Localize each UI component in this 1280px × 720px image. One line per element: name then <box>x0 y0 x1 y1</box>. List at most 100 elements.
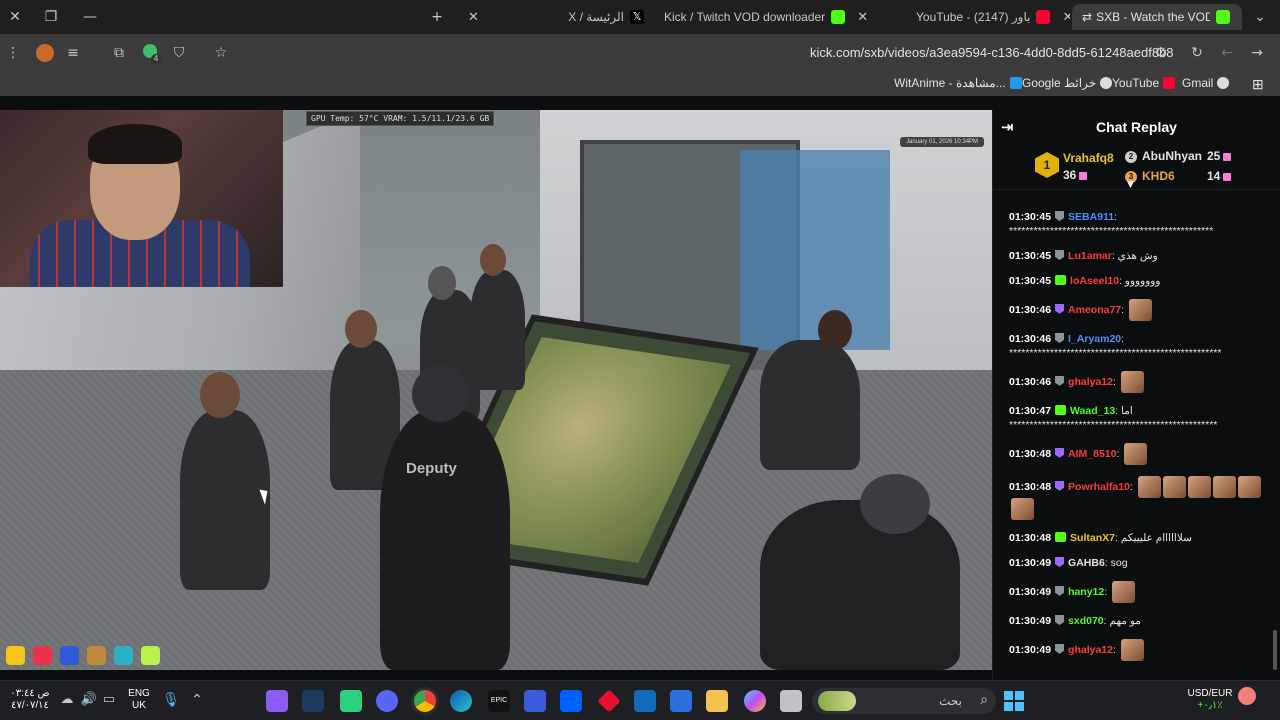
character-head <box>345 310 377 348</box>
bookmark-google-maps[interactable]: Google خرائط <box>1022 76 1113 90</box>
extension-green-icon[interactable]: 4 <box>141 44 161 64</box>
close-tab-icon[interactable]: ✕ <box>468 10 479 25</box>
currency-widget[interactable]: USD/EUR +٠٫١٪ <box>1182 688 1238 712</box>
emote-icon <box>1137 476 1161 498</box>
all-bookmarks-icon[interactable]: ⊞ <box>1252 76 1264 93</box>
bookmark-star-icon[interactable]: ☆ <box>212 44 230 62</box>
tab-kick-downloader[interactable]: Kick / Twitch VOD downloader ✕ <box>658 4 868 30</box>
shield-icon[interactable]: ⛉ <box>170 44 188 62</box>
chat-message: 01:30:45 loAseel10: ووووووو <box>1009 274 1271 288</box>
tab-x-home[interactable]: ✕ الرئيسة / X 𝕏 <box>456 4 656 30</box>
character <box>180 410 270 590</box>
chat-username[interactable]: hany12 <box>1068 586 1104 598</box>
forward-arrow-icon[interactable]: → <box>1248 44 1266 62</box>
copilot-icon[interactable] <box>744 690 766 712</box>
app-icon[interactable] <box>524 690 546 712</box>
gift-icon <box>1223 152 1232 161</box>
video-app-icon[interactable] <box>266 690 288 712</box>
system-clock[interactable]: ص ٠٣:٤٤ ٤٧/٠٧/١٤ <box>8 688 52 712</box>
overlay-app-icon[interactable] <box>114 646 133 665</box>
bookmark-witanime[interactable]: WitAnime - مشاهدة... <box>894 76 1022 90</box>
chat-username[interactable]: Waad_13 <box>1070 405 1115 417</box>
restore-window-icon[interactable]: ❐ <box>42 8 60 26</box>
address-bar[interactable]: kick.com/sxb/videos/a3ea9594-c136-4dd0-8… <box>810 45 1174 60</box>
back-arrow-icon[interactable]: ← <box>1218 44 1236 62</box>
network-icon[interactable]: ▭ <box>100 691 118 709</box>
microphone-icon[interactable]: 🎙 <box>162 691 180 709</box>
tab-search-chevron-icon[interactable]: ⌄ <box>1251 8 1269 26</box>
menu-dots-icon[interactable]: ⋮ <box>4 44 22 62</box>
message-timestamp: 01:30:49 <box>1009 585 1052 598</box>
tab-audio-icon: ⇄ <box>1082 10 1093 24</box>
overlay-app-icon[interactable] <box>87 646 106 665</box>
chat-username[interactable]: loAseel10 <box>1070 275 1119 287</box>
message-timestamp: 01:30:49 <box>1009 557 1052 569</box>
chat-username[interactable]: AIM_8510 <box>1068 448 1116 460</box>
chat-username[interactable]: ghalya12 <box>1068 376 1113 388</box>
volume-icon[interactable]: 🔊 <box>80 691 98 709</box>
chat-username[interactable]: Powrhalfa10 <box>1068 481 1130 493</box>
overlay-app-icon[interactable] <box>33 646 52 665</box>
close-window-icon[interactable]: ✕ <box>6 8 24 26</box>
chat-username[interactable]: SultanX7 <box>1070 532 1115 544</box>
widget-icon[interactable] <box>1238 687 1256 705</box>
cloud-icon[interactable]: ☁ <box>58 691 76 709</box>
reload-icon[interactable]: ↻ <box>1188 44 1206 62</box>
tray-chevron-icon[interactable]: ⌃ <box>188 691 206 709</box>
tab-label: Kick / Twitch VOD downloader <box>664 10 826 24</box>
discord-icon[interactable] <box>376 690 398 712</box>
language-indicator[interactable]: ENG UK <box>124 688 154 712</box>
app-icon[interactable] <box>597 689 621 713</box>
tab-kick-vod[interactable]: ⇄ SXB - Watch the VOD on Kick <box>1072 4 1242 30</box>
tab-youtube[interactable]: YouTube - باور (2147) ✕ <box>910 4 1070 30</box>
chrome-icon[interactable] <box>414 690 436 712</box>
dropbox-icon[interactable] <box>560 690 582 712</box>
close-tab-icon[interactable]: ✕ <box>1062 10 1070 25</box>
chat-username[interactable]: ghalya12 <box>1068 644 1113 656</box>
extensions-puzzle-icon[interactable]: ⧉ <box>110 44 128 62</box>
windows-start-icon[interactable] <box>1004 691 1024 711</box>
chat-username[interactable]: SEBA911 <box>1068 211 1114 223</box>
minimize-window-icon[interactable]: — <box>81 8 99 26</box>
character <box>470 270 525 390</box>
chat-username[interactable]: GAHB6 <box>1068 557 1105 569</box>
expand-leaderboard-icon[interactable]: ▼ <box>1127 180 1134 190</box>
steam-icon[interactable] <box>302 690 324 712</box>
epic-games-icon[interactable]: EPIC <box>488 690 510 712</box>
witanime-icon <box>1009 77 1022 89</box>
store-icon[interactable] <box>670 690 692 712</box>
taskbar-search[interactable]: بحث ⌕ <box>812 688 996 714</box>
character <box>760 500 960 670</box>
lang-top: ENG <box>128 688 150 699</box>
bookmark-gmail[interactable]: Gmail <box>1182 76 1230 90</box>
edge-icon[interactable] <box>450 690 472 712</box>
message-text: وش هذي <box>1117 250 1158 262</box>
outlook-icon[interactable] <box>634 690 656 712</box>
app-icon[interactable] <box>780 690 802 712</box>
chat-username[interactable]: Lu1amar <box>1068 250 1112 262</box>
close-tab-icon[interactable]: ✕ <box>857 10 868 25</box>
overlay-app-icon[interactable] <box>6 646 25 665</box>
overlay-app-icon[interactable] <box>141 646 160 665</box>
user-badge-icon <box>1055 615 1065 625</box>
user-badge-icon <box>1055 405 1067 415</box>
leader-name-text: KHD6 <box>1142 169 1175 183</box>
chat-username[interactable]: I_Aryam20 <box>1068 333 1121 345</box>
bookmark-youtube[interactable]: YouTube <box>1112 76 1176 90</box>
extension-avatar-icon[interactable] <box>36 44 54 62</box>
file-explorer-icon[interactable] <box>706 690 728 712</box>
chat-scrollbar[interactable] <box>1273 630 1277 670</box>
media-controls-icon[interactable]: ≡ <box>64 44 82 62</box>
leader-name[interactable]: 2 AbuNhyan <box>1125 149 1202 163</box>
overlay-app-icon[interactable] <box>60 646 79 665</box>
message-timestamp: 01:30:46 <box>1009 333 1052 345</box>
site-settings-icon[interactable]: ⚙ <box>1152 44 1170 62</box>
new-tab-icon[interactable]: + <box>428 8 446 26</box>
emote-icon <box>1112 581 1136 603</box>
leader-name[interactable]: Vrahafq8 <box>1063 151 1114 165</box>
chat-username[interactable]: sxd070 <box>1068 615 1104 627</box>
app-icon[interactable] <box>340 690 362 712</box>
chat-username[interactable]: Ameona77 <box>1068 304 1121 316</box>
clock-date: ٤٧/٠٧/١٤ <box>11 700 49 711</box>
collapse-chat-icon[interactable]: ⇥ <box>1001 118 1014 136</box>
